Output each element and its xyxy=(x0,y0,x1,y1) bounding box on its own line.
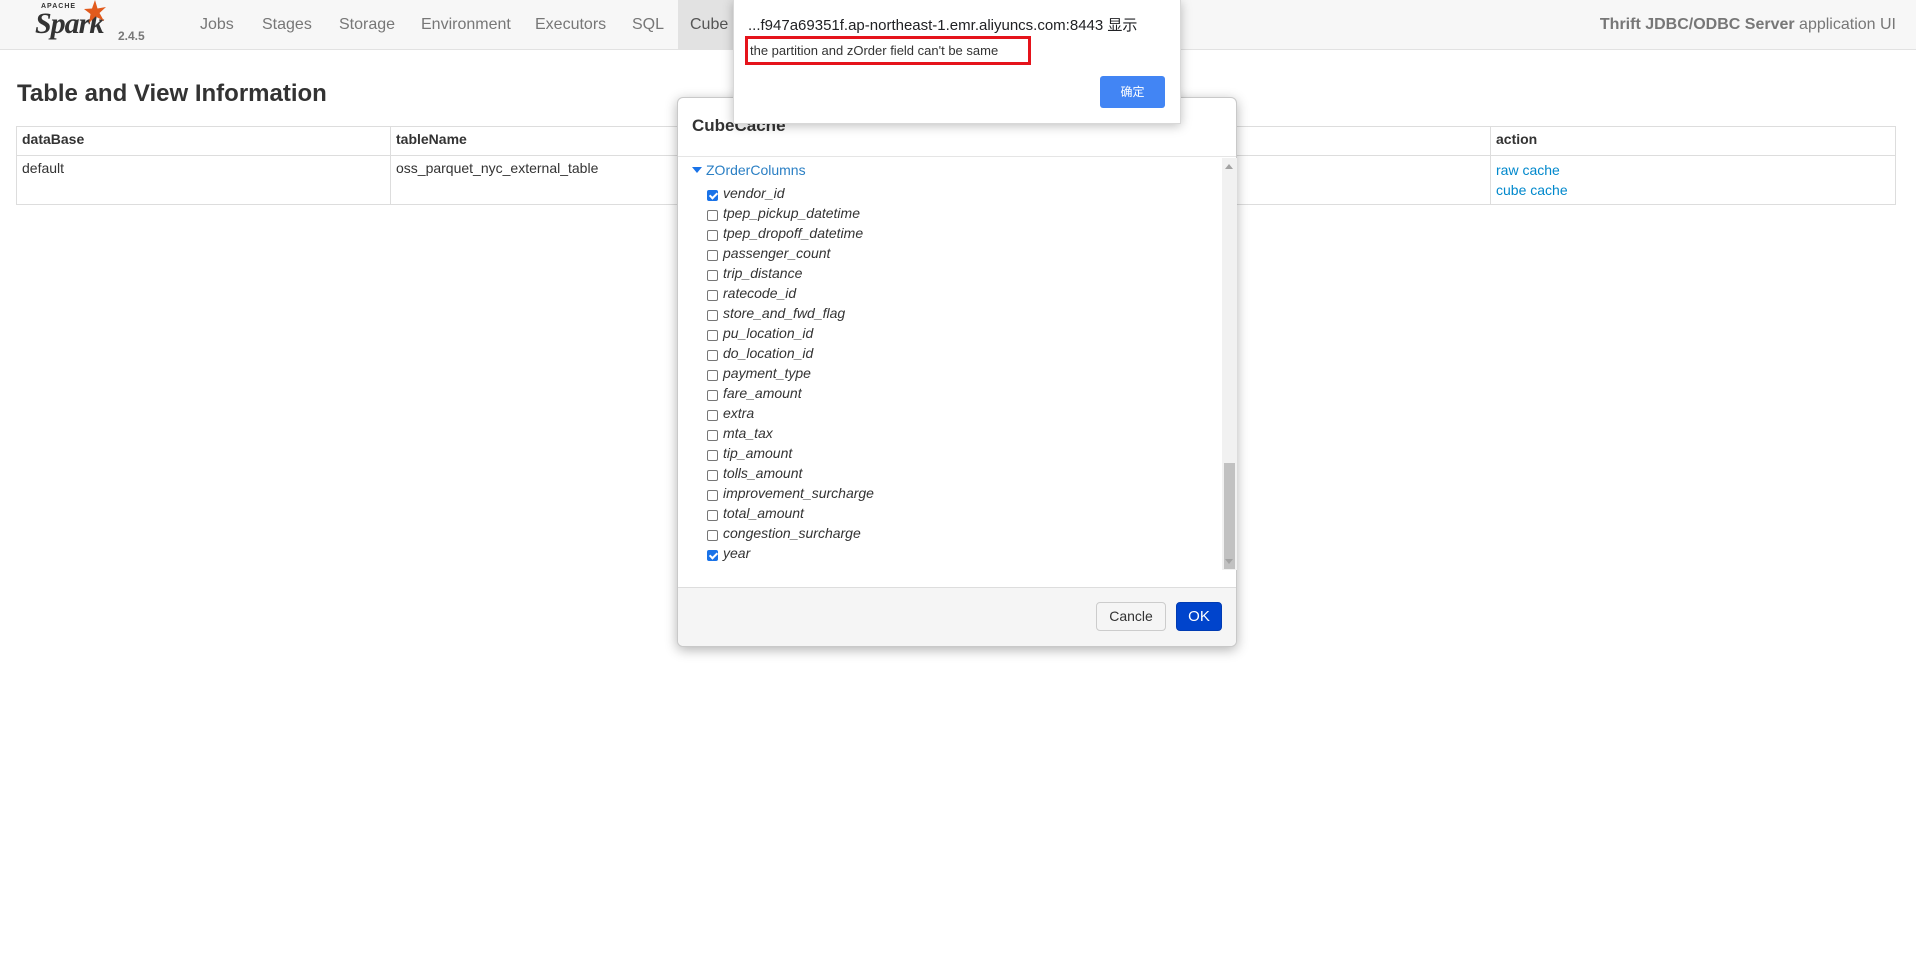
column-label: vendor_id xyxy=(723,185,785,201)
column-item[interactable]: year xyxy=(707,543,874,563)
header-database[interactable]: dataBase xyxy=(16,126,391,156)
checkbox-icon[interactable] xyxy=(707,490,718,501)
column-label: pu_location_id xyxy=(723,325,814,341)
dialog-header-divider xyxy=(678,156,1236,157)
tree-group-zordercolumns[interactable]: ZOrderColumns xyxy=(692,162,806,178)
column-item[interactable]: tolls_amount xyxy=(707,463,874,483)
alert-message: the partition and zOrder field can't be … xyxy=(750,43,999,58)
column-item[interactable]: trip_distance xyxy=(707,263,874,283)
caret-down-icon[interactable] xyxy=(692,167,702,173)
tab-stages[interactable]: Stages xyxy=(250,0,324,49)
tab-jobs[interactable]: Jobs xyxy=(188,0,246,49)
column-label: year xyxy=(723,545,751,561)
column-label: trip_distance xyxy=(723,265,803,281)
column-label: improvement_surcharge xyxy=(723,485,874,501)
alert-message-highlight: the partition and zOrder field can't be … xyxy=(745,36,1031,65)
spark-version: 2.4.5 xyxy=(118,29,145,43)
tab-storage[interactable]: Storage xyxy=(327,0,407,49)
browser-alert-dialog: ...f947a69351f.ap-northeast-1.emr.aliyun… xyxy=(733,0,1181,124)
checkbox-icon[interactable] xyxy=(707,390,718,401)
checkbox-icon[interactable] xyxy=(707,310,718,321)
checkbox-icon[interactable] xyxy=(707,270,718,281)
column-item[interactable]: pu_location_id xyxy=(707,323,874,343)
column-item[interactable]: payment_type xyxy=(707,363,874,383)
header-action: action xyxy=(1490,126,1896,156)
checkbox-icon[interactable] xyxy=(707,190,718,201)
alert-origin-text: ...f947a69351f.ap-northeast-1.emr.aliyun… xyxy=(748,17,1138,34)
column-label: tpep_dropoff_datetime xyxy=(723,225,864,241)
column-label: tpep_pickup_datetime xyxy=(723,205,860,221)
column-label: extra xyxy=(723,405,755,421)
column-item[interactable]: vendor_id xyxy=(707,183,874,203)
column-label: tolls_amount xyxy=(723,465,803,481)
cancel-button[interactable]: Cancle xyxy=(1096,602,1166,631)
tab-executors[interactable]: Executors xyxy=(523,0,618,49)
application-title: Thrift JDBC/ODBC Server application UI xyxy=(1600,0,1896,49)
column-item[interactable]: tip_amount xyxy=(707,443,874,463)
column-item[interactable]: improvement_surcharge xyxy=(707,483,874,503)
checkbox-icon[interactable] xyxy=(707,230,718,241)
scrollbar-thumb[interactable] xyxy=(1224,463,1235,569)
column-item[interactable]: ratecode_id xyxy=(707,283,874,303)
scroll-down-arrow-icon[interactable] xyxy=(1225,559,1233,564)
column-item[interactable]: congestion_surcharge xyxy=(707,523,874,543)
checkbox-icon[interactable] xyxy=(707,510,718,521)
column-item[interactable]: extra xyxy=(707,403,874,423)
checkbox-icon[interactable] xyxy=(707,430,718,441)
checkbox-icon[interactable] xyxy=(707,450,718,461)
column-item[interactable]: fare_amount xyxy=(707,383,874,403)
column-item[interactable]: mta_tax xyxy=(707,423,874,443)
cell-database: default xyxy=(16,155,391,205)
ok-button[interactable]: OK xyxy=(1176,602,1222,631)
alert-confirm-button[interactable]: 确定 xyxy=(1100,76,1165,108)
page-title: Table and View Information xyxy=(17,80,327,107)
checkbox-icon[interactable] xyxy=(707,370,718,381)
checkbox-icon[interactable] xyxy=(707,350,718,361)
column-item[interactable]: do_location_id xyxy=(707,343,874,363)
checkbox-icon[interactable] xyxy=(707,330,718,341)
column-item[interactable]: total_amount xyxy=(707,503,874,523)
checkbox-icon[interactable] xyxy=(707,210,718,221)
tab-cube[interactable]: Cube xyxy=(678,0,738,49)
column-label: total_amount xyxy=(723,505,804,521)
column-item[interactable]: passenger_count xyxy=(707,243,874,263)
checkbox-icon[interactable] xyxy=(707,290,718,301)
checkbox-icon[interactable] xyxy=(707,470,718,481)
column-label: fare_amount xyxy=(723,385,802,401)
cube-cache-dialog: CubeCache ZOrderColumns vendor_id tpep_pi… xyxy=(677,97,1237,647)
column-item[interactable]: tpep_dropoff_datetime xyxy=(707,223,874,243)
app-suffix: application UI xyxy=(1794,16,1896,33)
raw-cache-link[interactable]: raw cache xyxy=(1496,160,1890,180)
app-name: Thrift JDBC/ODBC Server xyxy=(1599,16,1795,33)
tree-scrollbar[interactable] xyxy=(1222,158,1237,570)
cell-actions: raw cache cube cache xyxy=(1490,155,1896,205)
column-label: mta_tax xyxy=(723,425,773,441)
zorder-column-tree: ZOrderColumns vendor_id tpep_pickup_datet… xyxy=(678,158,1222,570)
dialog-footer: Cancle OK xyxy=(678,587,1236,646)
column-label: ratecode_id xyxy=(723,285,797,301)
spark-logo[interactable]: APACHE Spark 2.4.5 xyxy=(33,0,153,47)
tab-environment[interactable]: Environment xyxy=(409,0,523,49)
checkbox-icon[interactable] xyxy=(707,410,718,421)
column-label: tip_amount xyxy=(723,445,793,461)
scroll-up-arrow-icon[interactable] xyxy=(1225,164,1233,169)
column-item[interactable]: store_and_fwd_flag xyxy=(707,303,874,323)
cube-cache-link[interactable]: cube cache xyxy=(1496,180,1890,200)
checkbox-icon[interactable] xyxy=(707,550,718,561)
spark-star-icon xyxy=(84,0,106,23)
column-label: do_location_id xyxy=(723,345,814,361)
tab-sql[interactable]: SQL xyxy=(620,0,676,49)
column-label: payment_type xyxy=(723,365,811,381)
checkbox-icon[interactable] xyxy=(707,250,718,261)
column-item[interactable]: tpep_pickup_datetime xyxy=(707,203,874,223)
checkbox-icon[interactable] xyxy=(707,530,718,541)
column-label: congestion_surcharge xyxy=(723,525,861,541)
tree-group-label: ZOrderColumns xyxy=(706,162,806,178)
column-label: store_and_fwd_flag xyxy=(723,305,846,321)
column-label: passenger_count xyxy=(723,245,831,261)
column-checkbox-list: vendor_id tpep_pickup_datetime tpep_dropof… xyxy=(707,183,874,563)
